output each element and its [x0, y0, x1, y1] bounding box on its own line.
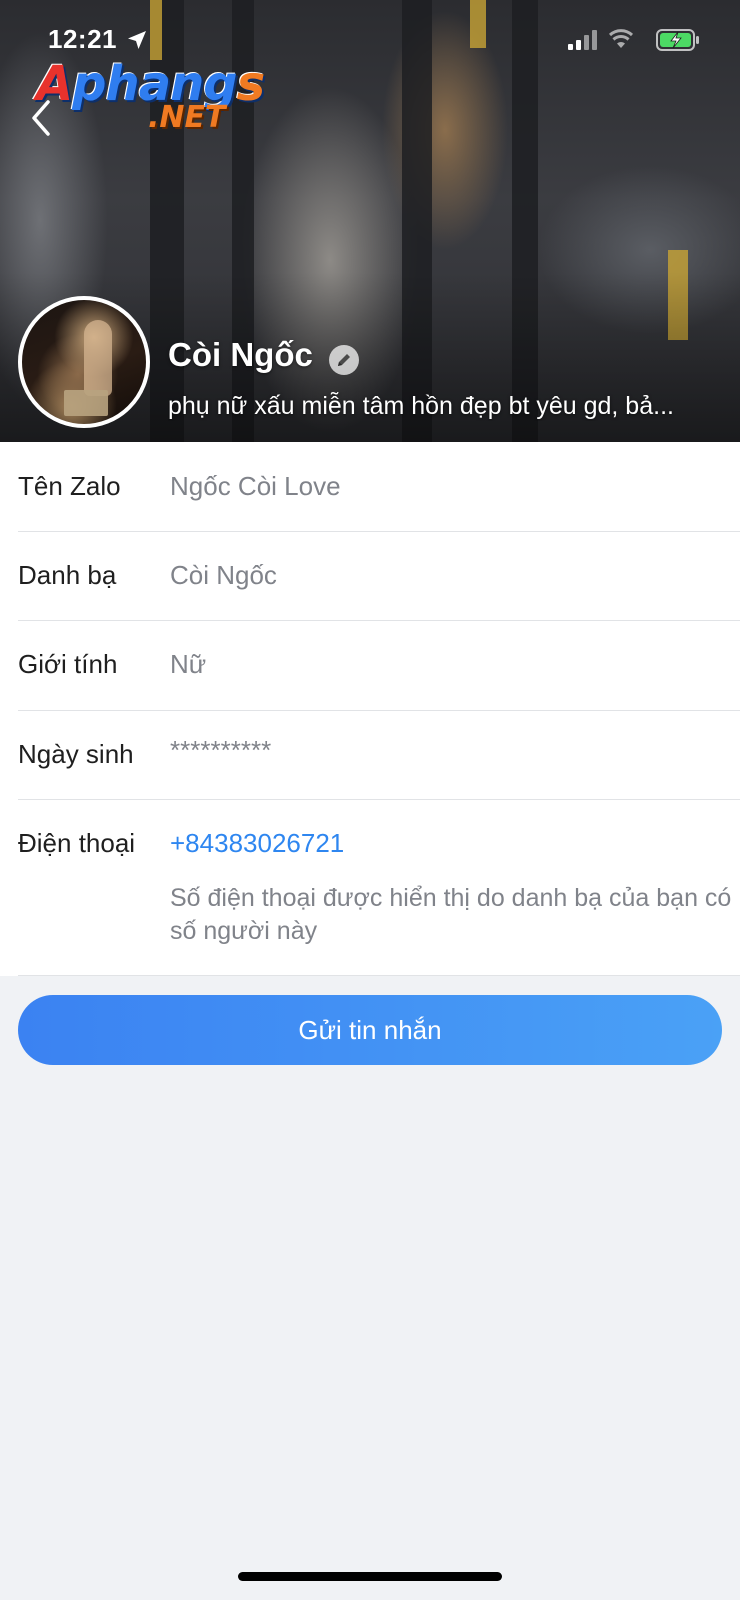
cover-decor: [150, 0, 162, 60]
info-row-phone: Điện thoại +84383026721 Số điện thoại đư…: [18, 800, 740, 976]
info-row-contact: Danh bạ Còi Ngốc: [18, 532, 740, 621]
info-value: Nữ: [170, 649, 207, 679]
info-label: Ngày sinh: [18, 739, 134, 769]
info-value: **********: [170, 735, 272, 765]
phone-number-link[interactable]: +84383026721: [170, 828, 344, 859]
info-label: Tên Zalo: [18, 471, 121, 501]
info-value: Ngốc Còi Love: [170, 471, 341, 501]
wifi-icon: [608, 29, 634, 48]
info-row-birthday: Ngày sinh **********: [18, 711, 740, 800]
back-button[interactable]: [22, 96, 62, 140]
home-indicator[interactable]: [238, 1572, 502, 1581]
info-value: Còi Ngốc: [170, 560, 277, 590]
pencil-icon: [338, 354, 350, 366]
location-arrow-icon: [128, 31, 146, 49]
chevron-left-icon: [32, 100, 50, 136]
info-label: Giới tính: [18, 649, 118, 679]
status-time: 12:21: [48, 24, 117, 54]
watermark-logo-sub: .NET: [148, 100, 226, 135]
profile-name: Còi Ngốc: [168, 336, 313, 373]
signal-bars-icon: [568, 30, 597, 50]
info-label: Danh bạ: [18, 560, 117, 590]
profile-status: phụ nữ xấu miễn tâm hồn đẹp bt yêu gd, b…: [168, 392, 674, 420]
watermark-logo: Aphangs .NET: [36, 56, 265, 140]
send-message-button[interactable]: Gửi tin nhắn: [18, 995, 722, 1065]
info-row-gender: Giới tính Nữ: [18, 621, 740, 711]
cover-decor: [470, 0, 486, 48]
info-label: Điện thoại: [18, 828, 136, 858]
phone-note: Số điện thoại được hiển thị do danh bạ c…: [170, 884, 732, 945]
edit-name-button[interactable]: [329, 345, 359, 375]
battery-charging-icon: [656, 29, 699, 51]
avatar-decor: [64, 390, 108, 416]
profile-info-list: Tên Zalo Ngốc Còi Love Danh bạ Còi Ngốc …: [0, 442, 740, 976]
info-row-zalo-name: Tên Zalo Ngốc Còi Love: [18, 442, 740, 532]
avatar[interactable]: [18, 296, 150, 428]
avatar-decor: [84, 320, 112, 396]
